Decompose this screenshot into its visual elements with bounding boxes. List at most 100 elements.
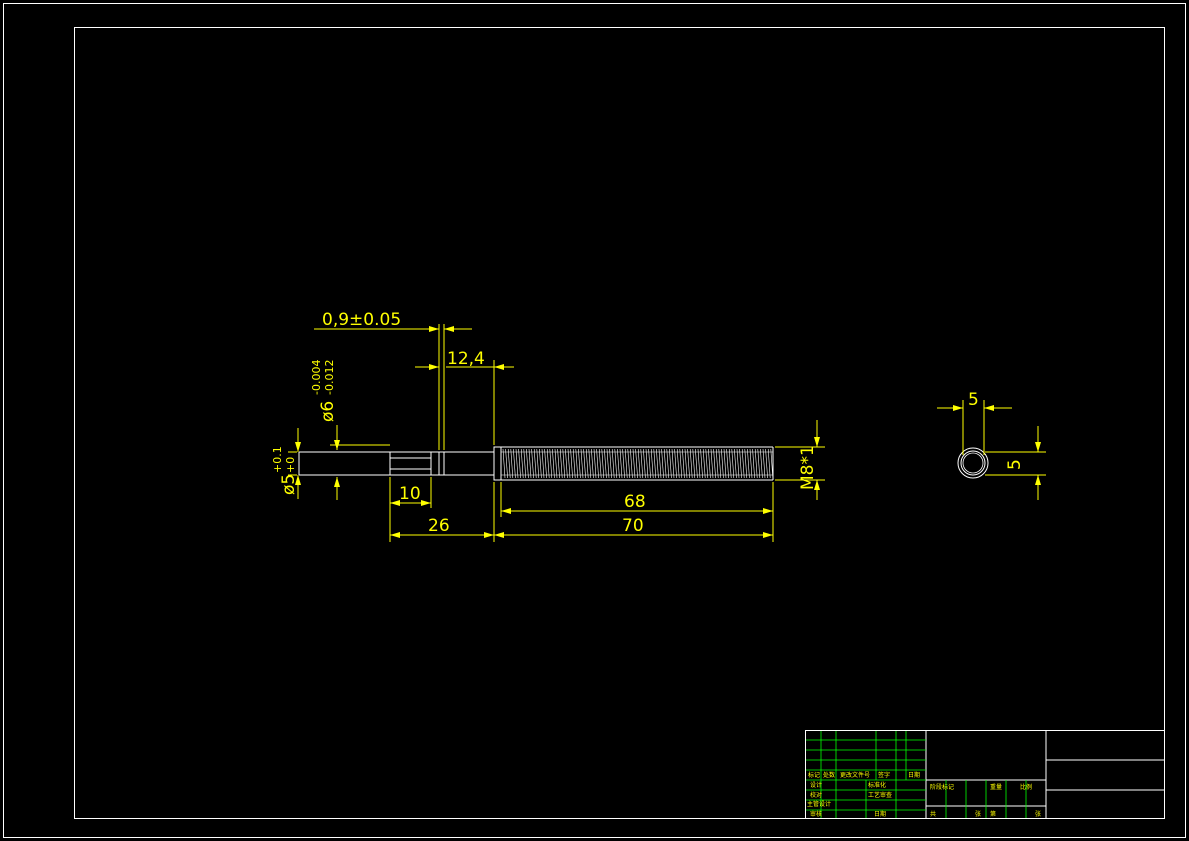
dim-shank-dia-upper: -0.004	[310, 360, 323, 395]
thread-line	[674, 448, 677, 479]
thread-line	[622, 448, 625, 479]
thread-line	[754, 448, 758, 479]
thread-line	[552, 448, 555, 479]
thread-line	[671, 448, 675, 479]
thread-line	[541, 448, 545, 479]
thread-line	[666, 448, 670, 479]
tb-sign-1: 处数	[823, 771, 835, 779]
thread-line	[554, 448, 558, 479]
thread-line	[536, 448, 540, 479]
dim-tip-dia-upper: +0.1	[271, 446, 284, 473]
thread-line	[520, 448, 524, 479]
thread-line	[546, 448, 550, 479]
tb-row-1-b: 工艺审查	[868, 791, 892, 799]
thread-line	[658, 448, 662, 479]
dim-shank-dia-text: ø6	[318, 401, 338, 422]
thread-line	[744, 448, 748, 479]
thread-line	[601, 448, 605, 479]
thread-line	[705, 448, 709, 479]
cad-drawing: 0,9±0.05 12,4 ø6 -0.004 -0.012 ø5 +0.1 +…	[3, 3, 1186, 838]
tb-stage-0: 阶段标记	[930, 783, 954, 791]
thread-line	[523, 448, 527, 479]
thread-line	[757, 448, 761, 479]
dim-end-h-text: 5	[1005, 459, 1025, 470]
thread-line	[580, 448, 584, 479]
thread-line	[676, 448, 680, 479]
thread-line	[611, 448, 615, 479]
tb-sign-3: 签字	[878, 771, 890, 779]
tb-sheet-1: 张	[975, 810, 981, 818]
thread-line	[723, 448, 727, 479]
thread-line	[526, 448, 529, 479]
thread-line	[752, 448, 755, 479]
tb-row-0-b: 标准化	[868, 781, 886, 789]
thread-line	[731, 448, 735, 479]
thread-line	[539, 448, 542, 479]
thread-line	[591, 448, 594, 479]
thread-line	[544, 448, 547, 479]
thread-line	[747, 448, 750, 479]
thread-line	[562, 448, 566, 479]
thread-line	[583, 448, 586, 479]
thread-hatching	[501, 448, 774, 479]
thread-line	[604, 448, 607, 479]
dim-tip-dia-text: ø5	[279, 474, 299, 495]
thread-line	[570, 448, 573, 479]
thread-line	[614, 448, 618, 479]
thread-line	[736, 448, 740, 479]
thread-line	[726, 448, 729, 479]
outer-frame	[3, 3, 1186, 838]
thread-line	[648, 448, 651, 479]
thread-line	[572, 448, 576, 479]
thread-line	[713, 448, 716, 479]
dim-head-text: 12,4	[447, 349, 485, 369]
thread-line	[533, 448, 537, 479]
dim-slot-text: 10	[399, 484, 421, 504]
thread-line	[721, 448, 724, 479]
tb-row-3-b: 日期	[874, 810, 886, 818]
thread-line	[505, 448, 508, 479]
thread-line	[734, 448, 737, 479]
thread-line	[650, 448, 654, 479]
tb-sheet-0: 共	[930, 810, 936, 818]
thread-line	[708, 448, 711, 479]
thread-line	[689, 448, 693, 479]
thread-line	[749, 448, 753, 479]
thread-line	[513, 448, 516, 479]
thread-line	[765, 448, 768, 479]
dim-end-w-text: 5	[968, 390, 979, 410]
thread-line	[718, 448, 722, 479]
thread-line	[531, 448, 534, 479]
tb-sign-4: 日期	[908, 771, 920, 779]
thread-line	[692, 448, 696, 479]
thread-line	[700, 448, 703, 479]
thread-line	[645, 448, 649, 479]
dim-thread-text: 68	[624, 492, 646, 512]
thread-line	[739, 448, 742, 479]
dim-shank-dia-lower: -0.012	[323, 360, 336, 395]
thread-line	[679, 448, 683, 479]
thread-line	[549, 448, 553, 479]
thread-line	[567, 448, 571, 479]
dim-shank-len-text: 26	[428, 516, 450, 536]
thread-line	[578, 448, 581, 479]
tb-sign-0: 标记	[808, 771, 820, 779]
tb-row-0-a: 设计	[810, 781, 822, 789]
thread-line	[684, 448, 688, 479]
thread-line	[653, 448, 657, 479]
thread-line	[767, 448, 771, 479]
tb-stage-2: 比例	[1020, 783, 1032, 791]
thread-line	[559, 448, 563, 479]
thread-line	[565, 448, 568, 479]
thread-line	[656, 448, 659, 479]
thread-line	[669, 448, 672, 479]
thread-line	[630, 448, 633, 479]
thread-line	[624, 448, 628, 479]
thread-line	[697, 448, 701, 479]
thread-line	[661, 448, 664, 479]
thread-line	[557, 448, 560, 479]
tb-sign-2: 更改文件号	[840, 771, 870, 779]
thread-line	[528, 448, 532, 479]
thread-line	[643, 448, 646, 479]
thread-line	[596, 448, 599, 479]
